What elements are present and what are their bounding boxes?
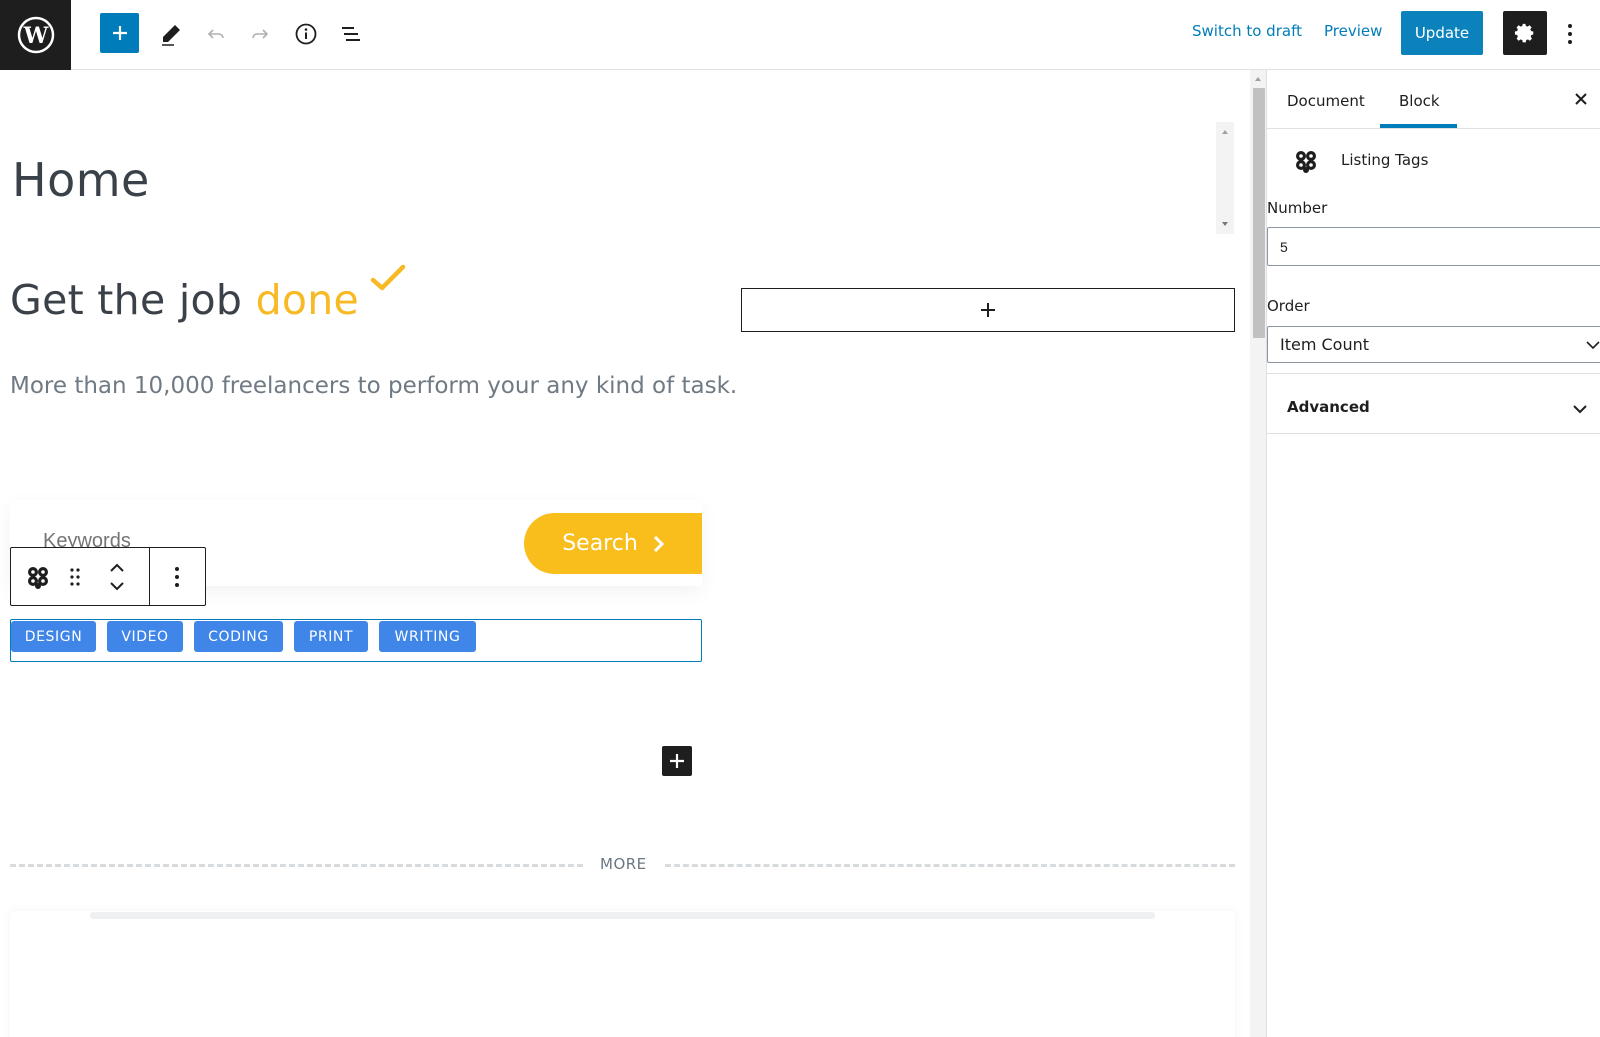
info-icon[interactable] <box>286 14 326 54</box>
editor-canvas: Home Get the job done More than 10,000 f… <box>0 70 1250 1037</box>
title-scrollbar[interactable] <box>1216 122 1234 234</box>
hero-subtext[interactable]: More than 10,000 freelancers to perform … <box>10 373 737 399</box>
block-type-button[interactable] <box>11 548 65 605</box>
editor-scrollbar[interactable] <box>1250 70 1266 1037</box>
advanced-panel-toggle[interactable]: Advanced <box>1287 398 1370 416</box>
hero-heading[interactable]: Get the job done <box>10 264 408 324</box>
chevron-down-icon[interactable] <box>109 581 125 591</box>
number-field[interactable] <box>1267 227 1600 266</box>
tag-video[interactable]: VIDEO <box>107 621 183 652</box>
close-sidebar-button[interactable] <box>1569 87 1593 111</box>
vertical-ellipsis-icon <box>1568 24 1572 44</box>
hero-heading-accent: done <box>255 276 360 324</box>
order-select-value: Item Count <box>1280 335 1370 354</box>
drag-handle[interactable] <box>65 548 85 605</box>
switch-to-draft-button[interactable]: Switch to draft <box>1192 22 1302 40</box>
hero-heading-main: Get the job <box>10 276 256 324</box>
more-label: MORE <box>600 855 647 873</box>
divider-line-right <box>665 864 1235 867</box>
tag-design[interactable]: DESIGN <box>11 621 96 652</box>
block-card-title: Listing Tags <box>1341 151 1429 169</box>
panel-divider-bottom <box>1267 433 1600 434</box>
listing-tags-block[interactable]: DESIGN VIDEO CODING PRINT WRITING <box>10 619 702 662</box>
order-select[interactable]: Item Count <box>1267 326 1600 363</box>
add-block-button[interactable] <box>100 13 139 53</box>
listing-tags-block-icon <box>28 566 49 589</box>
tag-writing[interactable]: WRITING <box>379 621 476 652</box>
tab-document[interactable]: Document <box>1287 92 1365 110</box>
block-card-icon <box>1293 148 1319 178</box>
listing-tags-block-icon <box>1296 151 1316 173</box>
tab-block[interactable]: Block <box>1399 92 1440 110</box>
tag-coding[interactable]: CODING <box>194 621 283 652</box>
svg-text:W: W <box>22 23 48 49</box>
chevron-down-icon[interactable] <box>1573 405 1587 414</box>
editor-header: W Switch to draft Preview Update <box>0 0 1600 70</box>
settings-sidebar: Document Block Listing Tags Number Order… <box>1266 70 1600 1037</box>
more-divider[interactable]: MORE <box>10 850 1235 880</box>
next-block-card[interactable] <box>10 911 1235 1037</box>
checkmark-icon <box>371 264 406 291</box>
page-title[interactable]: Home <box>12 153 150 207</box>
block-toolbar <box>10 547 206 606</box>
chevron-right-icon <box>653 535 664 552</box>
title-area <box>0 122 1235 237</box>
settings-button[interactable] <box>1503 11 1547 55</box>
editor-scrollbar-thumb[interactable] <box>1253 88 1265 338</box>
order-label: Order <box>1267 297 1310 315</box>
move-buttons[interactable] <box>85 548 149 605</box>
panel-divider <box>1267 373 1600 374</box>
plus-icon <box>981 303 995 317</box>
tab-divider <box>1267 128 1600 129</box>
close-icon <box>1575 93 1587 105</box>
more-options-button[interactable] <box>1558 14 1582 54</box>
vertical-ellipsis-icon <box>175 566 180 587</box>
next-block-bar <box>90 912 1155 919</box>
pencil-icon[interactable] <box>151 14 191 54</box>
block-appender-button[interactable] <box>741 288 1235 332</box>
tag-print[interactable]: PRINT <box>294 621 368 652</box>
list-view-icon[interactable] <box>331 14 371 54</box>
undo-icon[interactable] <box>196 14 236 54</box>
update-button[interactable]: Update <box>1401 11 1483 55</box>
number-label: Number <box>1267 199 1328 217</box>
block-options-button[interactable] <box>150 548 205 605</box>
preview-button[interactable]: Preview <box>1324 22 1382 40</box>
search-button[interactable]: Search <box>524 513 702 574</box>
search-button-label: Search <box>562 531 638 556</box>
wordpress-logo-icon[interactable]: W <box>0 0 71 70</box>
divider-line-left <box>10 864 583 867</box>
redo-icon[interactable] <box>240 14 280 54</box>
chevron-up-icon[interactable] <box>109 563 125 573</box>
drag-handle-icon <box>70 567 80 586</box>
plus-icon <box>670 754 684 768</box>
inline-add-block-button[interactable] <box>662 746 692 776</box>
gear-icon <box>1514 23 1534 43</box>
chevron-down-icon <box>1586 341 1600 350</box>
